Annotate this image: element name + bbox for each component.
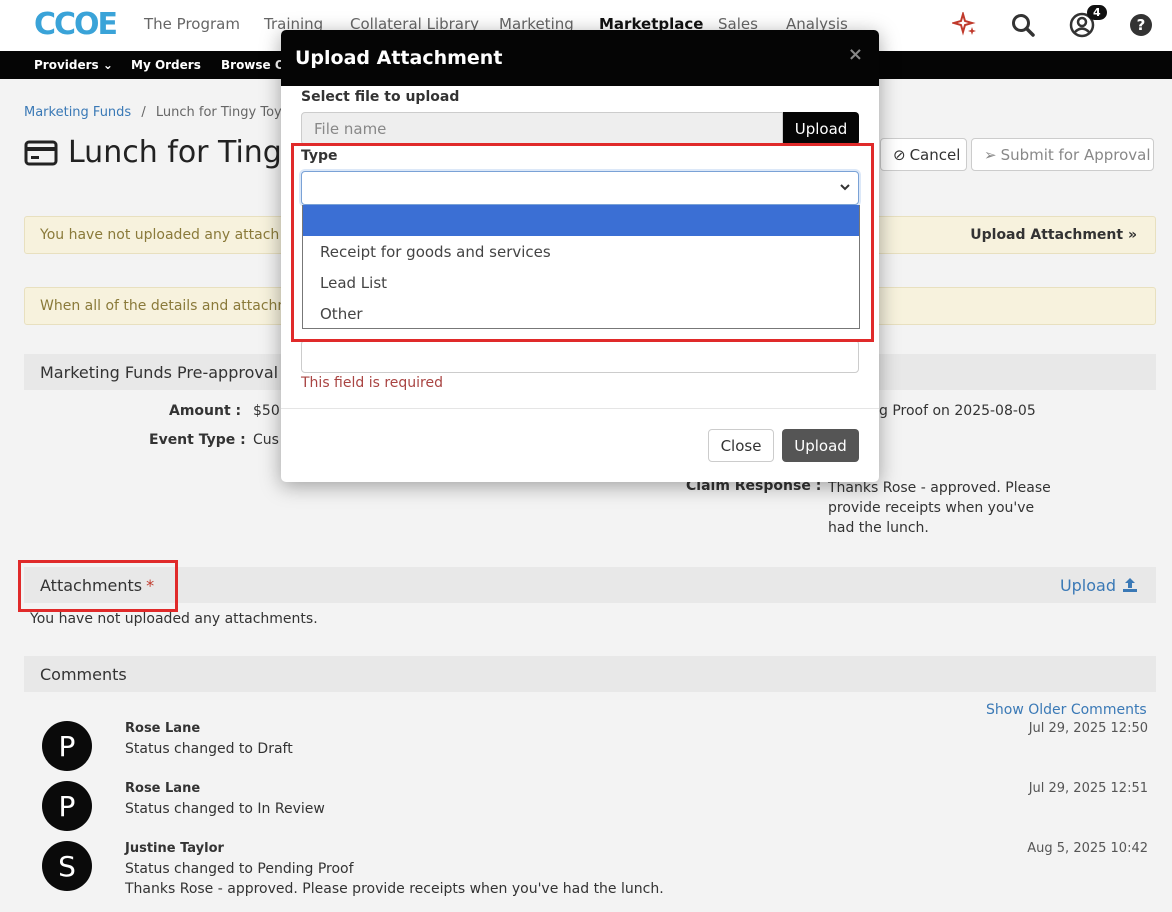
comment-author: Rose Lane <box>125 721 201 736</box>
upload-icon <box>1123 578 1137 592</box>
search-icon[interactable] <box>1009 11 1037 39</box>
chevron-down-icon <box>840 184 850 191</box>
logo-text: CCOE <box>34 7 118 42</box>
comment-author: Justine Taylor <box>125 841 224 856</box>
avatar: P <box>42 721 92 771</box>
type-select[interactable] <box>301 171 859 205</box>
show-older-comments-link[interactable]: Show Older Comments <box>986 702 1147 718</box>
chevron-down-icon: ⌄ <box>102 58 113 72</box>
comment-item: P Rose Lane Status changed to Draft Jul … <box>42 721 1148 773</box>
comment-time: Aug 5, 2025 10:42 <box>1027 841 1148 856</box>
type-label: Type <box>301 148 338 164</box>
breadcrumb-current: Lunch for Tingy Toys <box>155 105 289 120</box>
type-option-lead-list[interactable]: Lead List <box>303 267 859 298</box>
file-name-input[interactable]: File name <box>301 112 783 145</box>
cancel-icon: ⊘ <box>893 145 906 164</box>
upload-attachment-modal: Upload Attachment × Select file to uploa… <box>281 30 879 482</box>
avatar: P <box>42 781 92 831</box>
description-input[interactable] <box>301 340 859 373</box>
sparkle-icon[interactable] <box>951 11 979 39</box>
type-option-other[interactable]: Other <box>303 298 859 329</box>
status-history-fragment: g Proof on 2025-08-05 <box>879 403 1036 419</box>
type-option-blank[interactable] <box>303 205 859 236</box>
paper-plane-icon: ➢ <box>984 145 997 164</box>
subnav-providers[interactable]: Providers ⌄ <box>34 58 113 72</box>
upload-attachments-link[interactable]: Upload <box>1060 576 1138 595</box>
amount-value: $50 <box>253 403 280 419</box>
subnav-browse-offers[interactable]: Browse Of <box>221 58 290 72</box>
event-type-label: Event Type : <box>149 432 246 448</box>
modal-upload-button[interactable]: Upload <box>782 429 859 462</box>
claim-response-value: Thanks Rose - approved. Please provide r… <box>828 480 1051 536</box>
event-type-value: Cus <box>253 432 279 448</box>
notification-badge: 4 <box>1087 5 1107 20</box>
comment-time: Jul 29, 2025 12:51 <box>1028 781 1148 796</box>
comment-item: P Rose Lane Status changed to In Review … <box>42 781 1148 833</box>
no-attachments-text: You have not uploaded any attachments. <box>30 611 318 627</box>
comment-text: Status changed to Draft <box>125 741 293 757</box>
required-error: This field is required <box>301 375 444 391</box>
cancel-button[interactable]: ⊘ Cancel <box>880 138 967 171</box>
attachments-section-header: Attachments * Upload <box>24 567 1156 603</box>
page-title: Lunch for Tingy <box>24 135 300 170</box>
modal-close-button[interactable]: Close <box>708 429 774 462</box>
breadcrumb: Marketing Funds / Lunch for Tingy Toys <box>24 105 289 120</box>
type-dropdown-list: Receipt for goods and services Lead List… <box>302 205 860 329</box>
nav-the-program[interactable]: The Program <box>144 15 240 33</box>
avatar: S <box>42 841 92 891</box>
submit-approval-button[interactable]: ➢ Submit for Approval <box>971 138 1154 171</box>
breadcrumb-marketing-funds[interactable]: Marketing Funds <box>24 105 131 120</box>
type-option-receipt[interactable]: Receipt for goods and services <box>303 236 859 267</box>
modal-divider <box>281 408 879 409</box>
modal-header: Upload Attachment × <box>281 30 879 86</box>
comment-time: Jul 29, 2025 12:50 <box>1028 721 1148 736</box>
comment-item: S Justine Taylor Status changed to Pendi… <box>42 841 1148 901</box>
file-label: Select file to upload <box>301 89 460 105</box>
file-upload-button[interactable]: Upload <box>783 112 859 145</box>
modal-title: Upload Attachment <box>295 47 503 69</box>
help-icon[interactable]: ? <box>1127 11 1155 39</box>
comment-text-body: Thanks Rose - approved. Please provide r… <box>125 881 664 897</box>
comment-author: Rose Lane <box>125 781 201 796</box>
svg-text:?: ? <box>1137 16 1146 34</box>
subnav-my-orders[interactable]: My Orders <box>131 58 201 72</box>
comment-text: Status changed to Pending Proof <box>125 861 354 877</box>
credit-card-icon <box>24 140 58 165</box>
amount-label: Amount : <box>169 403 242 419</box>
comments-section-header: Comments <box>24 656 1156 692</box>
close-icon[interactable]: × <box>848 44 863 65</box>
ccoe-logo[interactable]: CCOE <box>34 6 118 44</box>
comment-text: Status changed to In Review <box>125 801 325 817</box>
upload-attachment-link[interactable]: Upload Attachment » <box>970 227 1137 243</box>
